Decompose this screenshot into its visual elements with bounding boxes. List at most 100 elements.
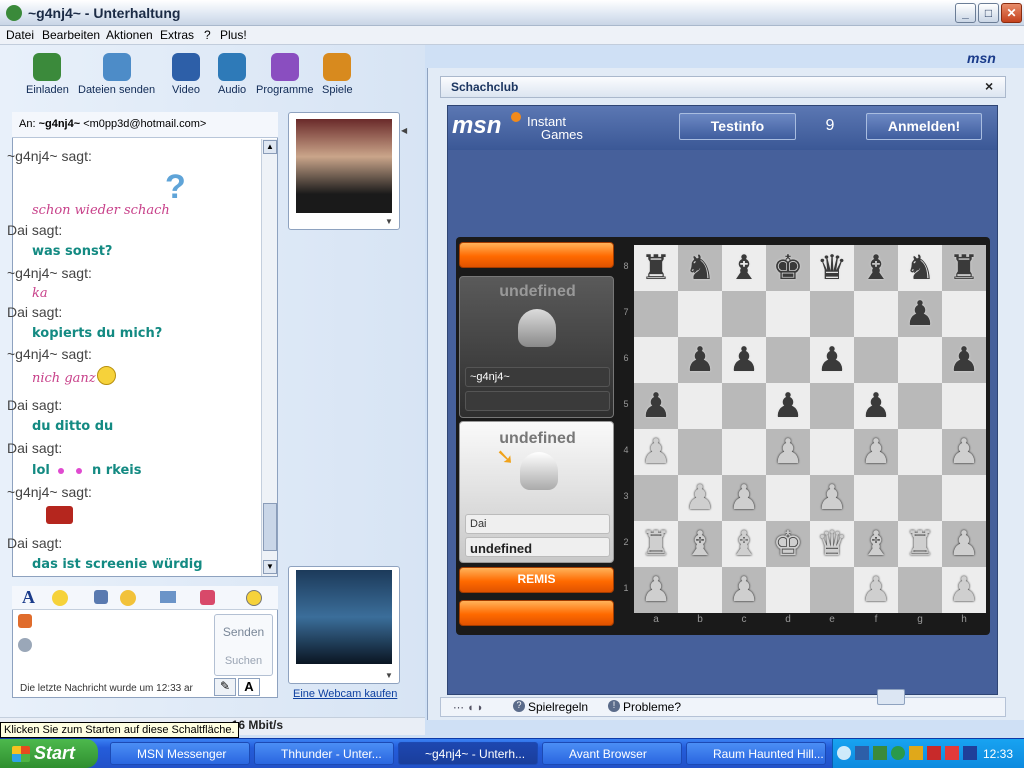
chevron-down-icon[interactable]: ▼ [385, 671, 393, 680]
board-square[interactable] [898, 475, 942, 521]
toolbar-games-button[interactable]: Spiele [322, 53, 353, 96]
send-button[interactable]: Senden Suchen [214, 614, 273, 676]
tray-expand-icon[interactable] [837, 746, 851, 760]
light-pawn-icon[interactable]: ♟ [854, 567, 898, 613]
light-bishop-icon[interactable]: ♝ [854, 521, 898, 567]
light-pawn-icon[interactable]: ♟ [722, 475, 766, 521]
own-avatar[interactable] [296, 570, 392, 664]
contact-avatar[interactable] [296, 119, 392, 213]
text-tab[interactable]: A [238, 678, 260, 696]
board-square[interactable] [810, 383, 854, 429]
board-square[interactable] [942, 383, 986, 429]
board-square[interactable] [854, 475, 898, 521]
menu-plus[interactable]: Plus! [220, 28, 247, 42]
ink-icon[interactable] [18, 638, 32, 652]
tray-messenger-icon[interactable] [873, 746, 887, 760]
dark-pawn-icon[interactable]: ♟ [766, 383, 810, 429]
board-square[interactable] [634, 337, 678, 383]
emoticon-icon[interactable] [52, 590, 68, 606]
handwriting-icon[interactable] [18, 614, 32, 628]
light-pawn-icon[interactable]: ♟ [766, 429, 810, 475]
player-list-icon[interactable] [877, 689, 905, 705]
nudge-icon[interactable] [246, 590, 262, 606]
light-pawn-icon[interactable]: ♟ [634, 429, 678, 475]
light-king-icon[interactable]: ♚ [766, 521, 810, 567]
voice-clip-icon[interactable] [94, 590, 108, 604]
maximize-button[interactable]: □ [978, 3, 999, 23]
board-square[interactable] [898, 429, 942, 475]
board-square[interactable] [634, 291, 678, 337]
board-square[interactable] [898, 337, 942, 383]
dark-bishop-icon[interactable]: ♝ [854, 245, 898, 291]
board-square[interactable] [766, 475, 810, 521]
light-pawn-icon[interactable]: ♟ [942, 521, 986, 567]
light-pawn-icon[interactable]: ♟ [722, 567, 766, 613]
dark-rook-icon[interactable]: ♜ [634, 245, 678, 291]
dark-pawn-icon[interactable]: ♟ [810, 337, 854, 383]
dark-pawn-icon[interactable]: ♟ [678, 337, 722, 383]
tray-shield-icon[interactable] [963, 746, 977, 760]
menu-help[interactable]: ? [204, 28, 211, 42]
toolbar-video-button[interactable]: Video [172, 53, 200, 96]
board-square[interactable] [678, 567, 722, 613]
board-square[interactable] [766, 337, 810, 383]
minimize-button[interactable]: _ [955, 3, 976, 23]
scroll-down-button[interactable]: ▼ [263, 560, 277, 574]
board-square[interactable] [766, 291, 810, 337]
taskbar-item-thhunder[interactable]: Thhunder - Unter... [254, 742, 394, 765]
volume-icon[interactable]: ⋯ ◖ ◗ [453, 701, 483, 714]
board-square[interactable] [810, 567, 854, 613]
board-square[interactable] [942, 291, 986, 337]
light-rook-icon[interactable]: ♜ [634, 521, 678, 567]
toolbar-invite-button[interactable]: Einladen [26, 53, 69, 96]
menu-aktionen[interactable]: Aktionen [106, 28, 153, 42]
taskbar-item-msn[interactable]: MSN Messenger [110, 742, 250, 765]
toolbar-programs-button[interactable]: Programme [256, 53, 313, 96]
tray-icon[interactable] [891, 746, 905, 760]
light-queen-icon[interactable]: ♛ [810, 521, 854, 567]
chevron-down-icon[interactable]: ▼ [385, 217, 393, 226]
dark-knight-icon[interactable]: ♞ [678, 245, 722, 291]
board-square[interactable] [854, 291, 898, 337]
menu-bearbeiten[interactable]: Bearbeiten [42, 28, 100, 42]
light-pawn-icon[interactable]: ♟ [678, 475, 722, 521]
light-bishop-icon[interactable]: ♝ [722, 521, 766, 567]
background-icon[interactable] [160, 591, 176, 603]
chess-board[interactable]: ♜ ♞ ♝ ♚ ♛ ♝ ♞ ♜ ♟ ♟ ♟ ♟ ♟ ♟ ♟ ♟ ♟ ♟ ♟ ♟ ♟ ♟ ♟ ♜ ♝ ♝ ♚ ♛ ♝ ♜ ♟ ♟ ♟ ♟ ♟ [634, 245, 986, 613]
taskbar-item-g4nj4[interactable]: ~g4nj4~ - Unterh... [398, 742, 538, 765]
dark-pawn-icon[interactable]: ♟ [942, 337, 986, 383]
toolbar-audio-button[interactable]: Audio [218, 53, 246, 96]
light-pawn-icon[interactable]: ♟ [942, 567, 986, 613]
collapse-arrow-icon[interactable]: ◀ [401, 126, 407, 135]
dark-pawn-icon[interactable]: ♟ [898, 291, 942, 337]
tray-icon[interactable] [909, 746, 923, 760]
light-rook-icon[interactable]: ♜ [898, 521, 942, 567]
dark-knight-icon[interactable]: ♞ [898, 245, 942, 291]
board-square[interactable] [722, 383, 766, 429]
board-square[interactable] [942, 475, 986, 521]
board-square[interactable] [810, 291, 854, 337]
tray-icon[interactable] [855, 746, 869, 760]
dark-pawn-icon[interactable]: ♟ [722, 337, 766, 383]
board-square[interactable] [678, 291, 722, 337]
taskbar-item-raum[interactable]: Raum Haunted Hill... [686, 742, 826, 765]
board-square[interactable] [898, 567, 942, 613]
signin-button[interactable]: Anmelden! [866, 113, 982, 140]
board-square[interactable] [634, 475, 678, 521]
dark-queen-icon[interactable]: ♛ [810, 245, 854, 291]
tray-icon[interactable] [927, 746, 941, 760]
board-square[interactable] [678, 383, 722, 429]
board-square[interactable] [766, 567, 810, 613]
scroll-thumb[interactable] [263, 503, 277, 551]
webcam-link[interactable]: Eine Webcam kaufen [293, 688, 397, 700]
board-square[interactable] [722, 429, 766, 475]
dark-rook-icon[interactable]: ♜ [942, 245, 986, 291]
toolbar-send-files-button[interactable]: Dateien senden [78, 53, 155, 96]
board-square[interactable] [722, 291, 766, 337]
menu-datei[interactable]: Datei [6, 28, 34, 42]
dark-pawn-icon[interactable]: ♟ [854, 383, 898, 429]
board-square[interactable] [898, 383, 942, 429]
scroll-up-button[interactable]: ▲ [263, 140, 277, 154]
close-button[interactable]: ✕ [1001, 3, 1022, 23]
light-pawn-icon[interactable]: ♟ [634, 567, 678, 613]
